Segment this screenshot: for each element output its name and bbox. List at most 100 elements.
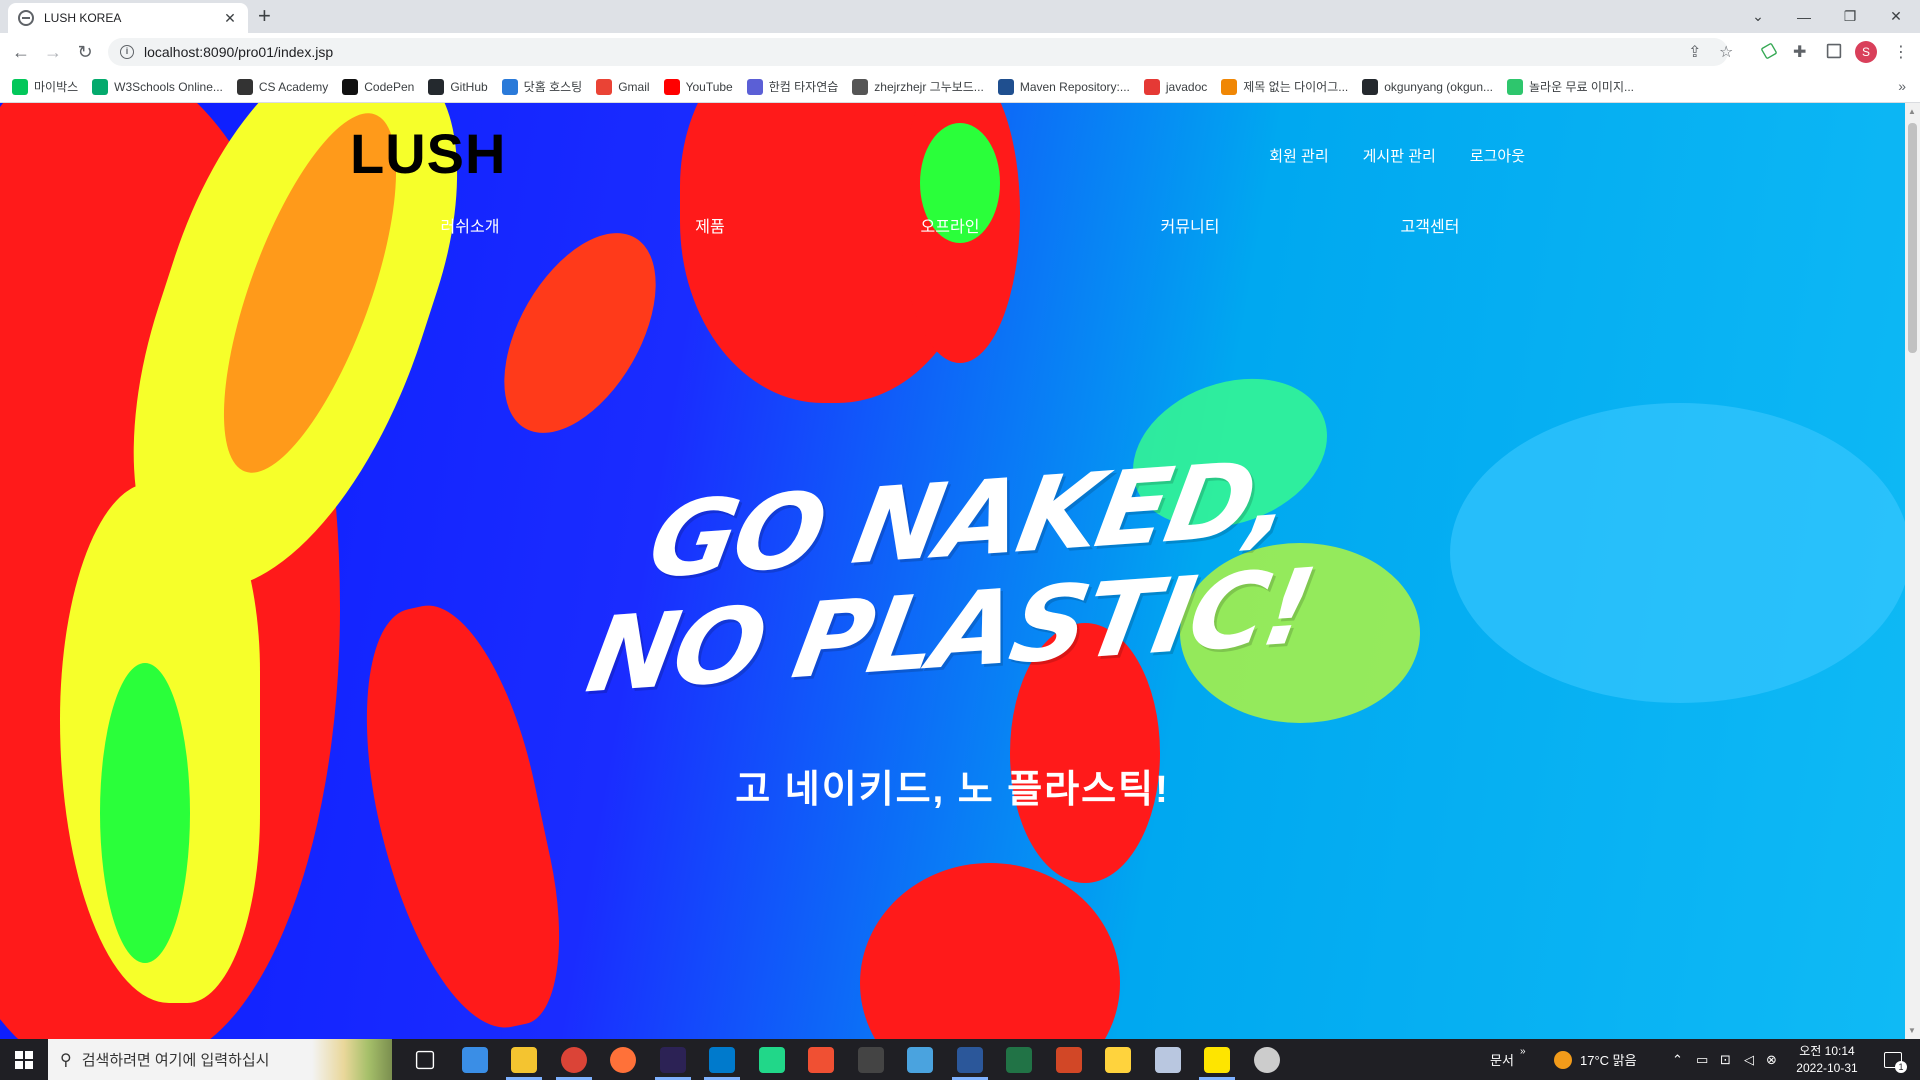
scroll-up-icon[interactable]: ▲	[1908, 107, 1916, 116]
show-hidden-icons[interactable]: ⌃	[1672, 1039, 1683, 1080]
weather-text: 17°C 맑음	[1580, 1053, 1637, 1068]
bookmark-item[interactable]: Gmail	[596, 78, 650, 95]
side-panel-icon[interactable]	[1826, 43, 1842, 59]
file-explorer-icon[interactable]	[511, 1047, 537, 1073]
bookmark-star-icon[interactable]: ☆	[1719, 42, 1733, 62]
volume-icon[interactable]: ◁	[1744, 1039, 1754, 1080]
bookmark-item[interactable]: W3Schools Online...	[92, 78, 223, 95]
board-admin-link[interactable]: 게시판 관리	[1363, 145, 1436, 166]
bookmark-item[interactable]: Maven Repository:...	[997, 78, 1130, 95]
scrollbar-thumb[interactable]	[1908, 123, 1917, 353]
bookmark-label: Maven Repository:...	[1019, 79, 1130, 94]
search-icon: ⚲	[60, 1051, 72, 1069]
bookmark-item[interactable]: CS Academy	[236, 78, 328, 95]
restore-button[interactable]: ❐	[1827, 0, 1873, 33]
bookmark-item[interactable]: YouTube	[663, 78, 733, 95]
paint-icon[interactable]	[1154, 1047, 1181, 1073]
start-button[interactable]	[0, 1039, 48, 1080]
member-admin-link[interactable]: 회원 관리	[1269, 145, 1328, 166]
forward-button[interactable]: →	[42, 41, 64, 63]
back-button[interactable]: ←	[10, 41, 32, 63]
meet-icon[interactable]: ▭	[1696, 1039, 1708, 1080]
system-clock[interactable]: 오전 10:14 2022-10-31	[1782, 1043, 1872, 1077]
extensions-puzzle-icon[interactable]: ✚	[1793, 42, 1806, 62]
bookmark-item[interactable]: 한컴 타자연습	[746, 78, 839, 95]
taskbar-search[interactable]: ⚲ 검색하려면 여기에 입력하십시	[48, 1039, 392, 1080]
status-icon[interactable]: ⊗	[1766, 1039, 1777, 1080]
more-bookmarks-icon[interactable]: »	[1898, 78, 1906, 94]
nav-community[interactable]: 커뮤니티	[1161, 213, 1220, 237]
bookmark-item[interactable]: CodePen	[342, 78, 415, 95]
bookmark-label: 닷홈 호스팅	[523, 80, 583, 94]
eclipse-icon[interactable]	[659, 1047, 686, 1073]
bookmark-item[interactable]: GitHub	[428, 78, 488, 95]
minimize-button[interactable]: —	[1781, 0, 1827, 33]
nav-about[interactable]: 러쉬소개	[441, 213, 500, 237]
logout-link[interactable]: 로그아웃	[1470, 145, 1525, 166]
tray-toolbar-label[interactable]: 문서	[1490, 1039, 1514, 1080]
git-icon[interactable]	[808, 1047, 834, 1073]
address-bar[interactable]: i localhost:8090/pro01/index.jsp	[108, 38, 1728, 66]
bookmarks-bar: 마이박스 W3Schools Online... CS Academy CodePen…	[0, 71, 1920, 103]
sticky-notes-icon[interactable]	[1105, 1047, 1131, 1073]
reload-button[interactable]: ↻	[74, 41, 96, 63]
app-window-icon[interactable]	[907, 1047, 933, 1073]
bookmark-item[interactable]: javadoc	[1143, 78, 1207, 95]
bookmark-item[interactable]: 마이박스	[12, 78, 78, 95]
clock-date: 2022-10-31	[1796, 1061, 1858, 1075]
network-icon[interactable]: ⊡	[1720, 1039, 1731, 1080]
firefox-icon[interactable]	[610, 1047, 636, 1073]
w3schools-icon	[92, 78, 109, 95]
bookmark-label: 마이박스	[34, 80, 79, 94]
app-blue-icon[interactable]	[461, 1047, 488, 1073]
new-tab-button[interactable]: +	[258, 5, 271, 27]
task-view-icon[interactable]	[415, 1050, 435, 1070]
excel-icon[interactable]	[1006, 1047, 1032, 1073]
bookmark-item[interactable]: 제목 없는 다이어그...	[1221, 78, 1348, 95]
site-info-icon[interactable]: i	[120, 45, 134, 59]
bookmark-item[interactable]: okgunyang (okgun...	[1362, 78, 1493, 95]
codepen-icon	[342, 78, 359, 95]
share-icon[interactable]: ⇪	[1688, 42, 1701, 62]
bookmark-label: CodePen	[364, 79, 415, 94]
windows-logo-icon	[15, 1050, 33, 1069]
bookmark-item[interactable]: 닷홈 호스팅	[501, 78, 583, 95]
github-icon	[428, 78, 445, 95]
profile-avatar[interactable]: S	[1855, 41, 1877, 63]
nav-customer-center[interactable]: 고객센터	[1401, 213, 1460, 237]
nav-offline[interactable]: 오프라인	[921, 213, 980, 237]
javadoc-icon	[1143, 78, 1160, 95]
extension-icon[interactable]	[1760, 42, 1778, 60]
vscode-icon[interactable]	[709, 1047, 735, 1073]
pixabay-icon	[1507, 78, 1523, 95]
notification-center-icon[interactable]: 1	[1884, 1039, 1907, 1080]
site-logo[interactable]: LUSH	[350, 121, 506, 186]
sun-icon	[1554, 1050, 1572, 1069]
drawio-icon	[1221, 78, 1238, 95]
kakaotalk-icon[interactable]	[1204, 1047, 1230, 1073]
browser-tab[interactable]: LUSH KOREA ✕	[8, 3, 248, 33]
page-scrollbar[interactable]: ▲ ▼	[1905, 103, 1920, 1039]
settings-icon[interactable]	[1253, 1047, 1280, 1073]
bookmark-label: W3Schools Online...	[114, 79, 223, 94]
github-icon	[1362, 78, 1379, 95]
close-tab-icon[interactable]: ✕	[222, 10, 238, 27]
menu-kebab-icon[interactable]: ⋮	[1893, 42, 1909, 62]
search-placeholder: 검색하려면 여기에 입력하십시	[81, 1052, 270, 1069]
bookmark-item[interactable]: zhejrzhejr 그누보드...	[852, 78, 984, 95]
tab-search-icon[interactable]: ⌄	[1735, 0, 1781, 33]
powerpoint-icon[interactable]	[1055, 1047, 1082, 1073]
chrome-icon[interactable]	[560, 1047, 587, 1073]
pycharm-icon[interactable]	[758, 1047, 785, 1073]
terminal-icon[interactable]	[857, 1047, 884, 1073]
bookmark-label: 한컴 타자연습	[768, 80, 839, 94]
close-window-button[interactable]: ✕	[1873, 0, 1919, 33]
word-icon[interactable]	[956, 1047, 983, 1073]
nav-products[interactable]: 제품	[695, 213, 724, 237]
page-viewport: LUSH 회원 관리 게시판 관리 로그아웃 러쉬소개 제품 오프라인 커뮤니티…	[0, 103, 1905, 1039]
scroll-down-icon[interactable]: ▼	[1908, 1026, 1916, 1035]
tray-expand-icon[interactable]: »	[1520, 1031, 1526, 1072]
browser-toolbar: ← → ↻ i localhost:8090/pro01/index.jsp ⇪…	[0, 33, 1920, 71]
weather-widget[interactable]: 17°C 맑음	[1554, 1039, 1637, 1080]
bookmark-item[interactable]: 놀라운 무료 이미지...	[1507, 78, 1634, 95]
